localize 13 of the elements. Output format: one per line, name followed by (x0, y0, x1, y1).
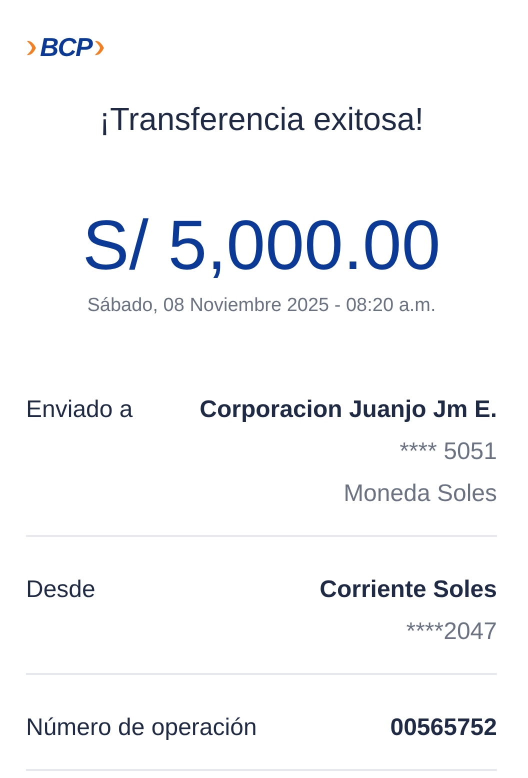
logo-text: BCP (40, 32, 92, 63)
detail-value: Corriente Soles (320, 575, 497, 605)
detail-value: Moneda Soles (344, 479, 497, 509)
detail-label: Desde (26, 575, 96, 605)
detail-label: Número de operación (26, 713, 257, 743)
detail-label: Enviado a (26, 395, 133, 425)
success-title: ¡Transferencia exitosa! (99, 100, 424, 139)
amount: S/ 5,000.00 (82, 207, 441, 283)
detail-value: Corporacion Juanjo Jm E. (200, 395, 497, 425)
detail-value: 00565752 (390, 713, 497, 743)
transfer-date: Sábado, 08 Noviembre 2025 - 08:20 a.m. (87, 295, 436, 317)
detail-value: **** 5051 (400, 437, 497, 467)
detail-value: ****2047 (406, 617, 497, 647)
